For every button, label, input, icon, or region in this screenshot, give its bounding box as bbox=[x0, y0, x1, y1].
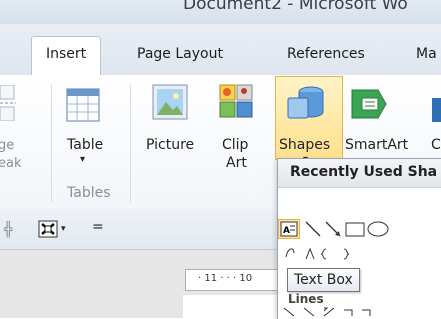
curve-shape-icon bbox=[285, 248, 295, 258]
toolbar-more-button[interactable]: = bbox=[92, 219, 104, 235]
page-break-icon bbox=[0, 85, 16, 121]
shapes-button-label[interactable]: Shapes bbox=[279, 137, 330, 153]
lines-section-heading: Lines bbox=[288, 292, 324, 306]
line-icon bbox=[283, 307, 295, 317]
ruler: · 11 · · · 10 bbox=[185, 269, 282, 291]
table-button-label[interactable]: Table bbox=[67, 137, 103, 153]
picture-icon[interactable] bbox=[152, 84, 188, 120]
document-page[interactable] bbox=[183, 295, 280, 318]
picture-button-label[interactable]: Picture bbox=[146, 137, 194, 153]
recent-shapes-row bbox=[305, 221, 389, 237]
move-handle-icon[interactable]: ╬ bbox=[4, 222, 12, 238]
text-box-tooltip: Text Box bbox=[287, 268, 360, 292]
table-dropdown-arrow[interactable]: ▾ bbox=[80, 154, 85, 165]
recent-shapes-row-2 bbox=[285, 247, 350, 260]
group-label-tables: Tables bbox=[67, 185, 111, 201]
text-box-icon: A bbox=[280, 221, 298, 237]
clip-art-label-line2[interactable]: Art bbox=[226, 155, 247, 171]
tab-references[interactable]: References bbox=[287, 46, 365, 68]
clip-art-label-line1[interactable]: Clip bbox=[222, 137, 248, 153]
ribbon-separator bbox=[130, 84, 131, 202]
recently-used-shapes-heading: Recently Used Sha bbox=[290, 164, 438, 180]
smartart-icon[interactable] bbox=[350, 86, 390, 122]
shapes-icon bbox=[287, 86, 324, 119]
smartart-button-label[interactable]: SmartArt bbox=[345, 137, 408, 153]
line-shape-icon bbox=[305, 221, 321, 237]
window-title: Document2 - Microsoft Wo bbox=[183, 0, 408, 14]
page-break-label-line2[interactable]: eak bbox=[0, 156, 22, 171]
elbow-connector-icon bbox=[344, 309, 353, 316]
tab-mailings[interactable]: Ma bbox=[416, 46, 437, 68]
ribbon-separator bbox=[51, 84, 52, 202]
gallery-section-header: Recently Used Sha bbox=[278, 159, 441, 188]
left-brace-shape-icon bbox=[320, 248, 327, 260]
elbow-arrow-connector-icon bbox=[362, 309, 371, 316]
svg-text:A: A bbox=[283, 226, 290, 236]
chart-button-label[interactable]: C bbox=[431, 137, 441, 153]
oval-shape-icon bbox=[367, 221, 389, 237]
triangle-shape-icon bbox=[305, 247, 315, 260]
title-bar: Document2 - Microsoft Wo bbox=[0, 0, 441, 24]
table-cell-dropdown-icon[interactable]: ▾ bbox=[61, 224, 66, 234]
ruler-ticks: · 11 · · · 10 bbox=[198, 273, 253, 284]
table-cell-icon[interactable] bbox=[38, 220, 58, 238]
lines-shapes-row bbox=[283, 307, 371, 317]
table-icon[interactable] bbox=[66, 88, 100, 122]
clip-art-icon[interactable] bbox=[219, 84, 253, 118]
tab-insert[interactable]: Insert bbox=[31, 36, 102, 76]
page-break-label-line1[interactable]: ge bbox=[0, 138, 14, 153]
rectangle-shape-icon bbox=[345, 222, 365, 237]
chart-icon[interactable] bbox=[428, 92, 441, 122]
arrow-line-icon bbox=[303, 307, 315, 317]
tab-page-layout[interactable]: Page Layout bbox=[137, 46, 223, 68]
right-brace-shape-icon bbox=[343, 248, 350, 260]
double-arrow-icon bbox=[323, 307, 335, 317]
text-box-shape-button[interactable]: A bbox=[278, 219, 300, 239]
